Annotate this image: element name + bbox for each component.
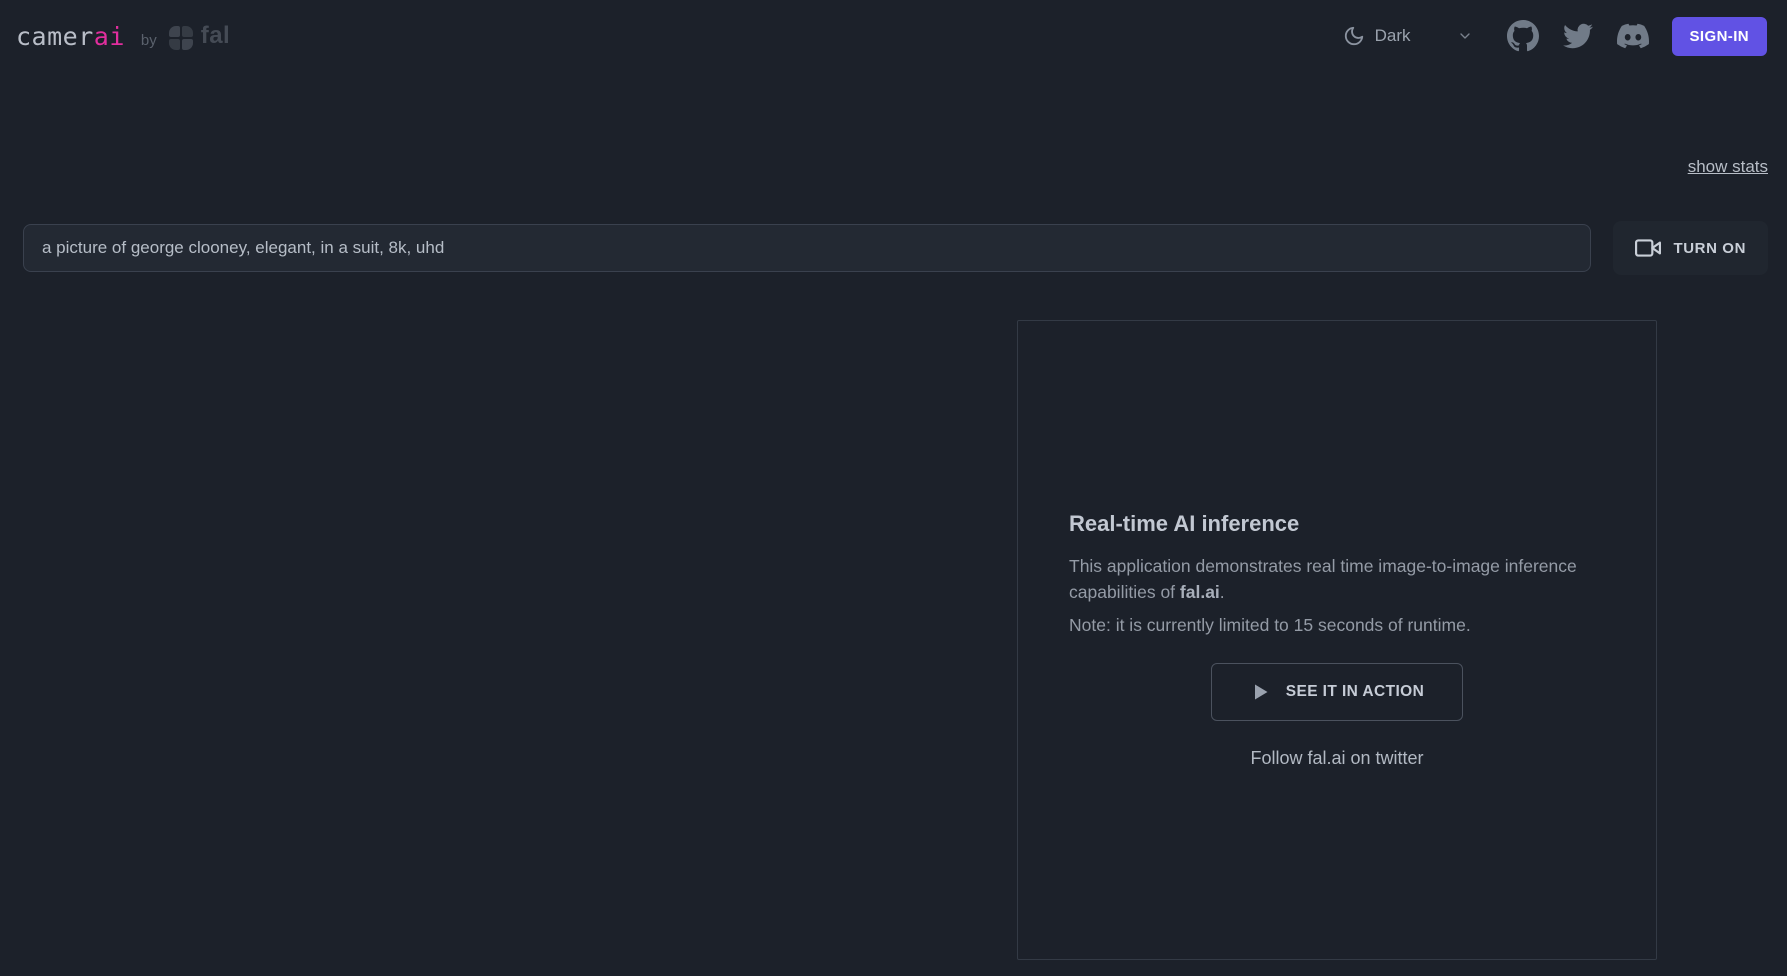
info-card: Real-time AI inference This application … (1017, 320, 1657, 960)
play-icon (1254, 684, 1268, 700)
navbar: camer ai by fal Dark SIGN-IN (0, 0, 1787, 72)
twitter-icon (1562, 23, 1593, 49)
brand-name-accent: ai (93, 21, 125, 51)
chevron-down-icon[interactable] (1457, 28, 1473, 44)
show-stats-link[interactable]: show stats (1688, 157, 1768, 177)
video-camera-icon (1635, 239, 1662, 257)
sign-in-button[interactable]: SIGN-IN (1671, 16, 1767, 56)
github-icon (1506, 20, 1539, 52)
card-title: Real-time AI inference (1069, 511, 1300, 536)
fal-wordmark: fal (200, 22, 231, 49)
app-page: camer ai by fal Dark SIGN-IN show stats … (0, 0, 1787, 976)
discord-link[interactable] (1616, 20, 1649, 52)
twitter-link[interactable] (1562, 20, 1594, 52)
card-note: Note: it is currently limited to 15 seco… (1069, 615, 1471, 635)
turn-on-button[interactable]: TURN ON (1613, 221, 1768, 275)
card-description-text: This application demonstrates real time … (1069, 556, 1577, 602)
prompt-input[interactable] (23, 224, 1592, 272)
brand-by-label: by (140, 31, 157, 49)
moon-icon (1344, 26, 1363, 46)
brand-logo[interactable]: camer ai by fal (16, 22, 230, 51)
see-it-in-action-button[interactable]: SEE IT IN ACTION (1210, 663, 1464, 721)
github-link[interactable] (1506, 20, 1539, 52)
turn-on-label: TURN ON (1673, 239, 1746, 257)
theme-selector[interactable]: Dark (1343, 25, 1473, 47)
follow-twitter-link[interactable]: Follow fal.ai on twitter (1069, 748, 1605, 769)
card-description: This application demonstrates real time … (1069, 553, 1605, 605)
prompt-row: TURN ON (23, 221, 1768, 275)
discord-icon (1616, 23, 1649, 49)
fal-logo-icon (168, 26, 193, 50)
theme-label: Dark (1374, 26, 1411, 45)
card-description-period: . (1219, 582, 1225, 602)
cta-label: SEE IT IN ACTION (1285, 683, 1425, 700)
brand-name-primary: camer (16, 21, 94, 51)
card-description-bold: fal.ai (1179, 582, 1220, 602)
navbar-right: Dark SIGN-IN (1343, 16, 1767, 56)
